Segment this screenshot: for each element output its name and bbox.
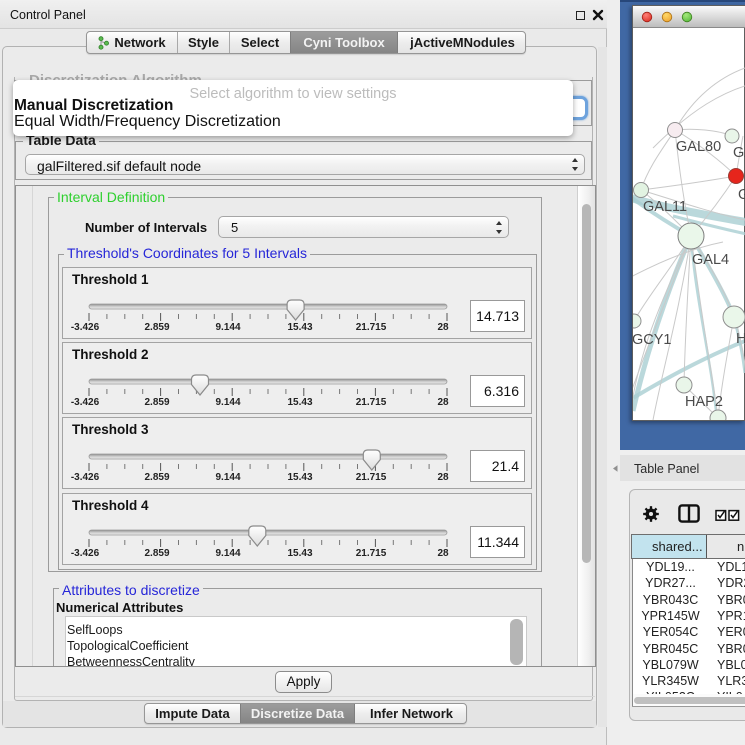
svg-text:HAP2: HAP2 [685, 394, 723, 410]
svg-text:GA: GA [733, 145, 745, 161]
svg-text:H: H [736, 331, 745, 347]
svg-text:GAL11: GAL11 [643, 199, 687, 215]
svg-text:GAL4: GAL4 [692, 252, 729, 268]
svg-text:GAL80: GAL80 [676, 139, 721, 155]
svg-text:G: G [738, 187, 745, 203]
svg-text:GCY1: GCY1 [633, 332, 672, 348]
